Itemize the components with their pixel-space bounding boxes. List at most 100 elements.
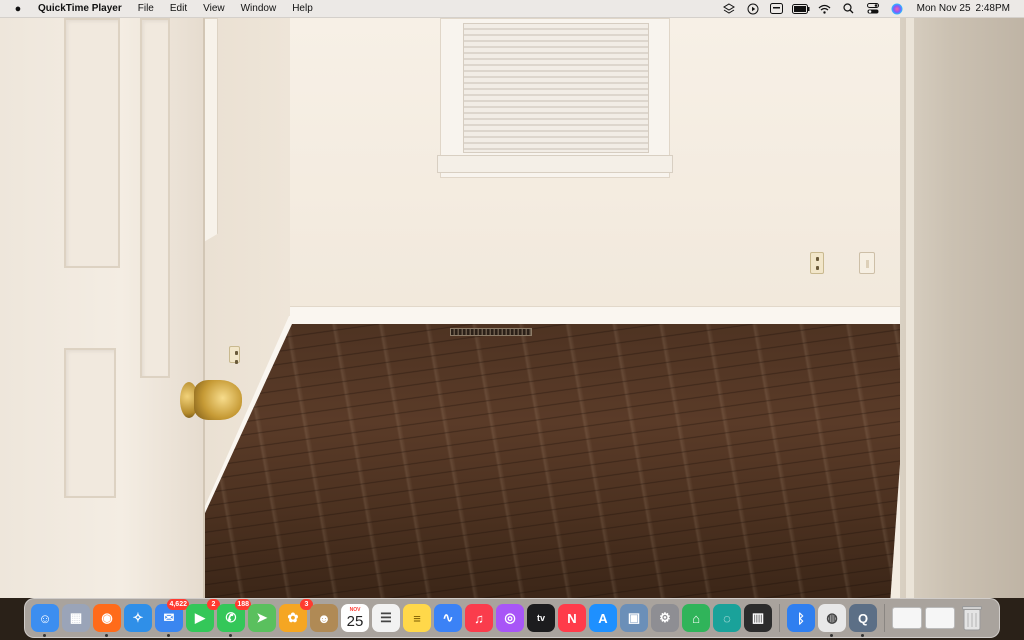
finder-icon[interactable]: ☺ — [31, 604, 59, 637]
door-panel — [64, 348, 116, 498]
freeform-icon[interactable]: ∿ — [434, 604, 462, 632]
calendar-icon[interactable]: NOV 25 — [341, 604, 369, 632]
maps-icon[interactable]: ➤ — [248, 604, 276, 632]
news-icon[interactable]: N — [558, 604, 586, 632]
trash-icon[interactable] — [958, 604, 986, 632]
door-panel — [140, 18, 170, 378]
running-indicator — [167, 634, 170, 637]
spiral-app-glyph: ◌ — [723, 610, 731, 626]
bluetooth-icon[interactable]: ᛒ — [787, 604, 815, 632]
firefox-glyph: ◉ — [101, 610, 113, 625]
podcasts-icon[interactable]: ◎ — [496, 604, 524, 632]
calendar-day: 25 — [346, 612, 364, 630]
home-icon[interactable]: ⌂ — [682, 604, 710, 632]
clock-date: Mon Nov 25 — [916, 3, 971, 14]
running-indicator — [830, 634, 833, 637]
search-icon[interactable] — [837, 0, 861, 18]
podcasts-glyph: ◎ — [504, 610, 516, 625]
door-frame — [900, 18, 1024, 598]
menu-view[interactable]: View — [195, 0, 233, 18]
piano-icon[interactable]: ▥ — [744, 604, 772, 632]
apple-tv-glyph: tv — [536, 613, 545, 623]
notes-glyph: ≡ — [413, 610, 421, 626]
app-store-icon[interactable]: A — [589, 604, 617, 632]
quicktime-glyph: Q — [857, 610, 869, 626]
system-settings-icon[interactable]: ⚙ — [651, 604, 679, 632]
wifi-icon[interactable] — [813, 0, 837, 18]
layers-icon[interactable] — [717, 0, 741, 18]
screen-icon[interactable] — [765, 0, 789, 18]
running-indicator — [861, 634, 864, 637]
clock-time: 2:48PM — [975, 3, 1010, 14]
quicktime-icon[interactable]: Q — [849, 604, 877, 637]
battery-icon[interactable] — [789, 0, 813, 18]
chrome-icon[interactable]: ◍ — [818, 604, 846, 637]
status-area: Mon Nov 25 2:48PM — [717, 0, 1024, 18]
room-window — [437, 18, 673, 178]
baseboard — [290, 306, 910, 324]
firefox-icon[interactable]: ◉ — [93, 604, 121, 637]
video-frame[interactable] — [0, 18, 1024, 598]
doorknob — [180, 378, 242, 424]
menu-help[interactable]: Help — [284, 0, 321, 18]
play-icon[interactable] — [741, 0, 765, 18]
hardwood-floor — [200, 324, 910, 598]
system-settings-glyph: ⚙ — [659, 610, 671, 625]
facetime-glyph: ▶ — [195, 610, 205, 625]
menu-edit[interactable]: Edit — [162, 0, 195, 18]
contacts-icon[interactable]: ☻ — [310, 604, 338, 632]
bluetooth-glyph: ᛒ — [797, 610, 805, 626]
app-menu[interactable]: QuickTime Player — [36, 0, 130, 18]
side-wall-outlet — [229, 346, 240, 364]
doorknob-knob — [194, 380, 242, 420]
menu-file[interactable]: File — [130, 0, 162, 18]
chrome-glyph: ◍ — [826, 610, 838, 625]
music-icon[interactable]: ♫ — [465, 604, 493, 632]
photos-glyph: ✿ — [287, 610, 299, 625]
freeform-glyph: ∿ — [442, 610, 454, 625]
door-panel — [64, 18, 120, 268]
reminders-icon[interactable]: ☰ — [372, 604, 400, 632]
app-store-glyph: A — [598, 610, 608, 626]
menu-clock[interactable]: Mon Nov 25 2:48PM — [909, 3, 1010, 14]
facetime-icon[interactable]: ▶ 2 — [186, 599, 220, 632]
floor-vent — [450, 328, 532, 336]
preview-icon[interactable]: ▣ — [620, 604, 648, 632]
spiral-app-icon[interactable]: ◌ — [713, 604, 741, 632]
messages-glyph: ✆ — [225, 610, 237, 625]
notes-icon[interactable]: ≡ — [403, 604, 431, 632]
mail-icon[interactable]: ✉ 4,622 — [155, 599, 189, 637]
home-glyph: ⌂ — [692, 610, 700, 626]
control-center-icon[interactable] — [861, 0, 885, 18]
apple-menu-icon[interactable]: ● — [0, 0, 36, 18]
safari-icon[interactable]: ✧ — [124, 604, 152, 632]
maps-glyph: ➤ — [256, 610, 268, 625]
safari-glyph: ✧ — [132, 610, 144, 625]
dock-separator — [779, 604, 780, 632]
wall-outlet — [810, 252, 824, 274]
launchpad-glyph: ▦ — [69, 610, 83, 625]
launchpad-icon[interactable]: ▦ — [62, 604, 90, 632]
document-thumbnail-icon[interactable] — [925, 607, 955, 629]
window-blinds — [463, 23, 649, 153]
reminders-glyph: ☰ — [380, 610, 392, 625]
open-door — [0, 18, 205, 598]
dock-separator — [884, 604, 885, 632]
photos-icon[interactable]: ✿ 3 — [279, 599, 313, 632]
music-glyph: ♫ — [474, 610, 484, 626]
dock: ☺ ▦ ◉ ✧ ✉ 4,622 ▶ 2 ✆ 188 ➤ ✿ 3 ☻ NOV 25 ☰ ≡ ∿ ♫ ◎ tv N A ▣ ⚙ ⌂ ◌ ▥ ᛒ… — [24, 598, 1000, 638]
menu-bar: ● QuickTime Player File Edit View Window… — [0, 0, 1024, 18]
piano-glyph: ▥ — [751, 610, 765, 625]
light-switch — [859, 252, 875, 274]
apple-tv-icon[interactable]: tv — [527, 604, 555, 632]
running-indicator — [43, 634, 46, 637]
menu-window[interactable]: Window — [233, 0, 285, 18]
finder-glyph: ☺ — [38, 610, 52, 626]
running-indicator — [229, 634, 232, 637]
news-glyph: N — [567, 610, 577, 626]
document-thumbnail-icon[interactable] — [892, 607, 922, 629]
contacts-glyph: ☻ — [317, 610, 331, 626]
siri-icon[interactable] — [885, 0, 909, 18]
mail-glyph: ✉ — [163, 610, 175, 625]
messages-icon[interactable]: ✆ 188 — [217, 599, 251, 637]
